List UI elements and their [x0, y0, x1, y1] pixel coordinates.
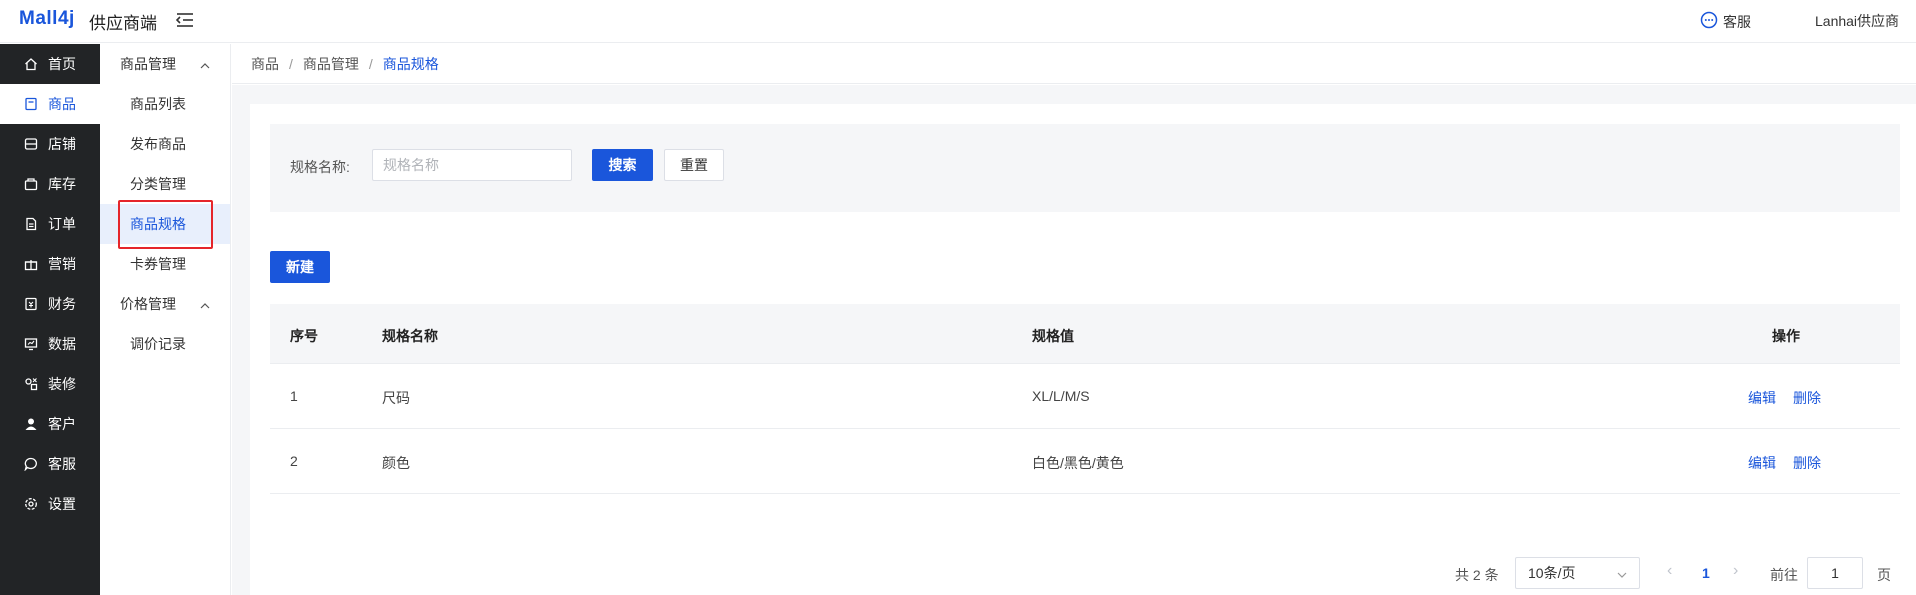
data-icon	[24, 337, 38, 351]
subnav-item-coupon[interactable]: 卡券管理	[100, 244, 230, 284]
goto-label: 前往	[1770, 567, 1798, 583]
chat-icon	[24, 457, 38, 471]
chevron-down-icon	[1617, 565, 1627, 581]
order-icon	[24, 217, 38, 231]
cell-index: 1	[290, 388, 298, 404]
table-row: 1 尺码 XL/L/M/S 编辑 删除	[270, 364, 1900, 429]
sidebar-item-goods[interactable]: 商品	[0, 84, 100, 124]
goods-icon	[24, 97, 38, 111]
sidebar-item-label: 首页	[48, 56, 76, 72]
top-header: Mall4j 供应商端 客服 Lanhai供应商	[0, 0, 1916, 43]
search-button[interactable]: 搜索	[592, 149, 653, 181]
gift-icon	[24, 257, 38, 271]
pagination-total: 共 2 条	[1455, 567, 1499, 583]
brand-logo[interactable]: Mall4j	[19, 8, 75, 30]
subnav-item-goods-spec[interactable]: 商品规格	[100, 204, 230, 244]
subnav-group-goods-management[interactable]: 商品管理	[100, 44, 230, 84]
next-page-icon[interactable]: ›	[1733, 562, 1738, 580]
sidebar-item-label: 订单	[48, 216, 76, 232]
sidebar-item-order[interactable]: 订单	[0, 204, 100, 244]
column-header-actions: 操作	[1772, 328, 1800, 344]
brand-subtitle: 供应商端	[89, 14, 157, 33]
chevron-up-icon	[200, 56, 210, 72]
sidebar-item-label: 商品	[48, 96, 76, 112]
subnav-item-price-record[interactable]: 调价记录	[100, 324, 230, 364]
edit-link[interactable]: 编辑	[1748, 388, 1776, 408]
sidebar-item-service[interactable]: 客服	[0, 444, 100, 484]
breadcrumb-item[interactable]: 商品	[251, 54, 279, 74]
cell-spec-name: 颜色	[382, 455, 410, 471]
sidebar-item-decorate[interactable]: 装修	[0, 364, 100, 404]
customer-service-label: 客服	[1723, 13, 1751, 30]
reset-button[interactable]: 重置	[664, 149, 724, 181]
page-size-value: 10条/页	[1528, 565, 1576, 581]
delete-link[interactable]: 删除	[1793, 388, 1821, 408]
subnav-group-label: 商品管理	[120, 56, 176, 72]
search-label: 规格名称:	[290, 159, 350, 175]
cell-spec-name: 尺码	[382, 390, 410, 406]
cell-spec-values: 白色/黑色/黄色	[1032, 455, 1124, 471]
breadcrumb-separator: /	[289, 55, 293, 72]
menu-collapse-icon[interactable]	[175, 12, 194, 28]
table-row: 2 颜色 白色/黑色/黄色 编辑 删除	[270, 429, 1900, 494]
spec-name-search-input[interactable]	[372, 149, 572, 181]
subnav-item-publish-goods[interactable]: 发布商品	[100, 124, 230, 164]
delete-link[interactable]: 删除	[1793, 453, 1821, 473]
page-number[interactable]: 1	[1702, 565, 1710, 581]
main-sidebar: 首页 商品 店铺 库存 订单 营销 财务 数据 装修 客户 客服 设置	[0, 44, 100, 595]
breadcrumb: 商品 / 商品管理 / 商品规格	[232, 44, 1916, 84]
sidebar-item-finance[interactable]: 财务	[0, 284, 100, 324]
subnav-group-price-management[interactable]: 价格管理	[100, 284, 230, 324]
user-menu[interactable]: Lanhai供应商	[1815, 11, 1899, 31]
sidebar-item-label: 装修	[48, 376, 76, 392]
breadcrumb-separator: /	[368, 55, 373, 72]
user-icon	[24, 417, 38, 431]
sidebar-item-label: 店铺	[48, 136, 76, 152]
sidebar-item-label: 客户	[48, 416, 76, 432]
sidebar-item-label: 设置	[48, 496, 76, 512]
cell-spec-values: XL/L/M/S	[1032, 388, 1090, 404]
goto-page-input[interactable]	[1807, 557, 1863, 589]
sidebar-item-marketing[interactable]: 营销	[0, 244, 100, 284]
prev-page-icon[interactable]: ‹	[1667, 562, 1672, 580]
sidebar-item-label: 财务	[48, 296, 76, 312]
page-size-select[interactable]: 10条/页	[1515, 557, 1640, 589]
sidebar-item-home[interactable]: 首页	[0, 44, 100, 84]
subnav-item-goods-list[interactable]: 商品列表	[100, 84, 230, 124]
home-icon	[24, 57, 38, 71]
sidebar-item-shop[interactable]: 店铺	[0, 124, 100, 164]
page-suffix: 页	[1877, 567, 1891, 583]
new-button[interactable]: 新建	[270, 251, 330, 283]
sidebar-item-label: 客服	[48, 456, 76, 472]
edit-link[interactable]: 编辑	[1748, 453, 1776, 473]
column-header-spec-name: 规格名称	[382, 328, 438, 344]
breadcrumb-item[interactable]: 商品管理	[303, 54, 359, 74]
sidebar-item-label: 库存	[48, 176, 76, 192]
subnav-group-label: 价格管理	[120, 296, 176, 312]
decorate-icon	[24, 377, 38, 391]
sidebar-item-label: 营销	[48, 256, 76, 272]
breadcrumb-current: 商品规格	[382, 55, 439, 72]
sidebar-item-stock[interactable]: 库存	[0, 164, 100, 204]
cell-index: 2	[290, 453, 298, 469]
sidebar-item-label: 数据	[48, 336, 76, 352]
sub-navigation: 商品管理 商品列表 发布商品 分类管理 商品规格 卡券管理 价格管理 调价记录	[100, 44, 231, 595]
finance-icon	[24, 297, 38, 311]
settings-icon	[24, 497, 38, 511]
sidebar-item-customer[interactable]: 客户	[0, 404, 100, 444]
column-header-spec-values: 规格值	[1032, 328, 1074, 344]
table-header: 序号 规格名称 规格值 操作	[270, 304, 1900, 364]
chevron-up-icon	[200, 296, 210, 312]
column-header-index: 序号	[290, 328, 318, 344]
stock-icon	[24, 177, 38, 191]
chat-bubble-icon	[1700, 11, 1718, 32]
sidebar-item-data[interactable]: 数据	[0, 324, 100, 364]
subnav-item-category[interactable]: 分类管理	[100, 164, 230, 204]
shop-icon	[24, 137, 38, 151]
sidebar-item-settings[interactable]: 设置	[0, 484, 100, 524]
customer-service-link[interactable]: 客服	[1700, 11, 1751, 32]
